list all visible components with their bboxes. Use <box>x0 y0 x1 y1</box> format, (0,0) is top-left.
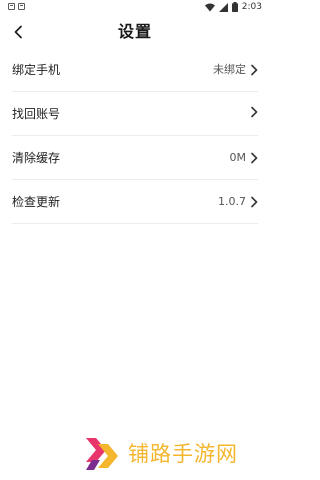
setting-right <box>246 106 258 118</box>
chevron-right-icon <box>251 196 258 208</box>
settings-screen: 2:03 设置 绑定手机 未绑定 找回账号 清除缓存 0M 检查更新 1.0.7… <box>0 0 270 480</box>
notification-icon <box>8 3 15 10</box>
setting-label: 检查更新 <box>12 195 61 209</box>
status-indicators: 2:03 <box>204 1 262 13</box>
signal-icon <box>218 2 228 12</box>
wifi-icon <box>204 3 215 11</box>
setting-right: 0M <box>230 150 259 166</box>
setting-check-update[interactable]: 检查更新 1.0.7 <box>12 180 258 224</box>
status-notifications <box>8 3 25 10</box>
header-bar: 设置 <box>0 14 270 50</box>
setting-right: 1.0.7 <box>218 194 258 210</box>
status-time: 2:03 <box>241 2 262 12</box>
setting-label: 绑定手机 <box>12 63 61 77</box>
battery-icon <box>231 2 238 12</box>
page-title: 设置 <box>117 22 152 41</box>
setting-right: 未绑定 <box>213 62 258 78</box>
watermark-text: 铺路手游网 <box>128 442 238 466</box>
settings-list: 绑定手机 未绑定 找回账号 清除缓存 0M 检查更新 1.0.7 <box>12 48 258 224</box>
setting-clear-cache[interactable]: 清除缓存 0M <box>12 136 258 180</box>
status-bar: 2:03 <box>0 0 270 14</box>
setting-recover-account[interactable]: 找回账号 <box>12 92 258 136</box>
setting-value: 未绑定 <box>213 63 246 76</box>
setting-bind-phone[interactable]: 绑定手机 未绑定 <box>12 48 258 92</box>
chevron-right-icon <box>251 106 258 118</box>
watermark: 铺路手游网 <box>82 432 262 476</box>
chevron-right-icon <box>251 64 258 76</box>
setting-value: 0M <box>229 151 247 164</box>
chevron-right-icon <box>251 152 258 164</box>
setting-label: 找回账号 <box>12 107 61 121</box>
notification-icon <box>18 3 25 10</box>
setting-value: 1.0.7 <box>218 195 246 208</box>
watermark-logo-icon <box>86 438 118 470</box>
setting-label: 清除缓存 <box>12 151 61 165</box>
